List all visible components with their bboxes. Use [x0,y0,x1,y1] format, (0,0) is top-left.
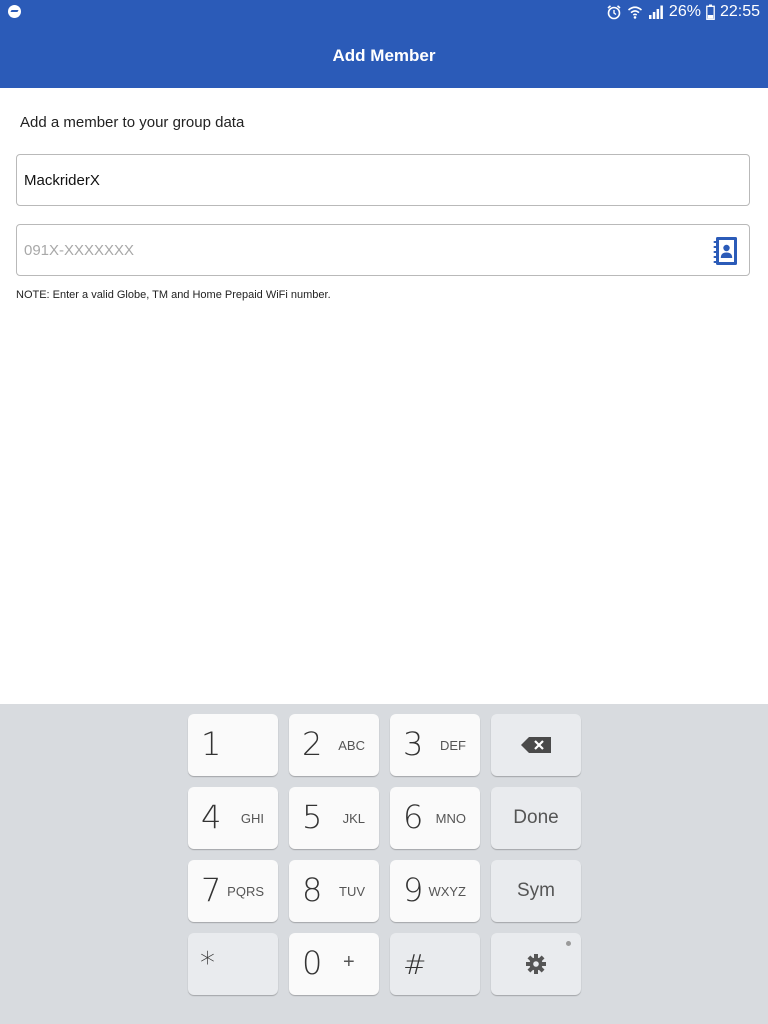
backspace-icon [521,737,551,753]
contacts-book-icon[interactable] [712,236,740,266]
messenger-icon [8,5,21,18]
battery-percent: 26% [668,3,701,20]
done-label: Done [513,807,559,828]
key-0[interactable]: 0 + [289,933,379,995]
key-symbol: * [200,946,215,981]
key-5[interactable]: 5 JKL [289,787,379,849]
mobile-number-field[interactable] [16,224,750,276]
key-1[interactable]: 1 [188,714,278,776]
alarm-icon [607,5,621,20]
key-6[interactable]: 6 MNO [390,787,480,849]
key-digit: 4 [201,798,222,836]
key-hash[interactable]: # [390,933,480,995]
keyboard-settings-key[interactable] [491,933,581,995]
mobile-number-input[interactable] [24,225,704,275]
page-title: Add Member [332,46,436,65]
member-name-field[interactable] [16,154,750,206]
key-star[interactable]: * [188,933,278,995]
numeric-keyboard: 1 2 ABC 3 DEF 4 GHI 5 JKL 6 MNO Done 7 P… [0,704,768,1024]
key-letters: PQRS [227,884,264,899]
key-letters: WXYZ [428,884,466,899]
clock: 22:55 [719,3,760,20]
key-digit: 0 [302,944,323,982]
wifi-icon [627,6,642,19]
done-key[interactable]: Done [491,787,581,849]
key-plus: + [343,951,355,973]
key-letters: JKL [342,811,365,826]
key-digit: 6 [403,798,424,836]
sym-label: Sym [517,880,555,901]
status-icons: 26% 22:55 [606,2,760,22]
key-letters: GHI [240,811,264,826]
backspace-key[interactable] [491,714,581,776]
key-letters: ABC [338,738,365,753]
key-9[interactable]: 9 WXYZ [390,860,480,922]
key-digit: 1 [201,725,222,763]
key-digit: 2 [302,725,323,763]
key-2[interactable]: 2 ABC [289,714,379,776]
key-4[interactable]: 4 GHI [188,787,278,849]
key-letters: DEF [440,738,466,753]
key-3[interactable]: 3 DEF [390,714,480,776]
key-digit: 8 [302,871,323,909]
instruction-text: Add a member to your group data [20,114,245,131]
status-bar: 26% 22:55 [0,0,768,24]
key-symbol: # [403,948,427,981]
note-text: NOTE: Enter a valid Globe, TM and Home P… [16,289,331,301]
key-digit: 3 [403,725,424,763]
key-digit: 7 [201,871,222,909]
key-digit: 9 [403,871,424,909]
key-8[interactable]: 8 TUV [289,860,379,922]
key-letters: TUV [339,884,365,899]
key-7[interactable]: 7 PQRS [188,860,278,922]
signal-icon [648,5,663,19]
key-letters: MNO [435,811,466,826]
app-bar: Add Member [0,24,768,88]
member-name-input[interactable] [24,155,704,205]
gear-icon [526,954,546,974]
battery-icon [706,4,715,20]
key-digit: 5 [302,798,323,836]
sym-key[interactable]: Sym [491,860,581,922]
